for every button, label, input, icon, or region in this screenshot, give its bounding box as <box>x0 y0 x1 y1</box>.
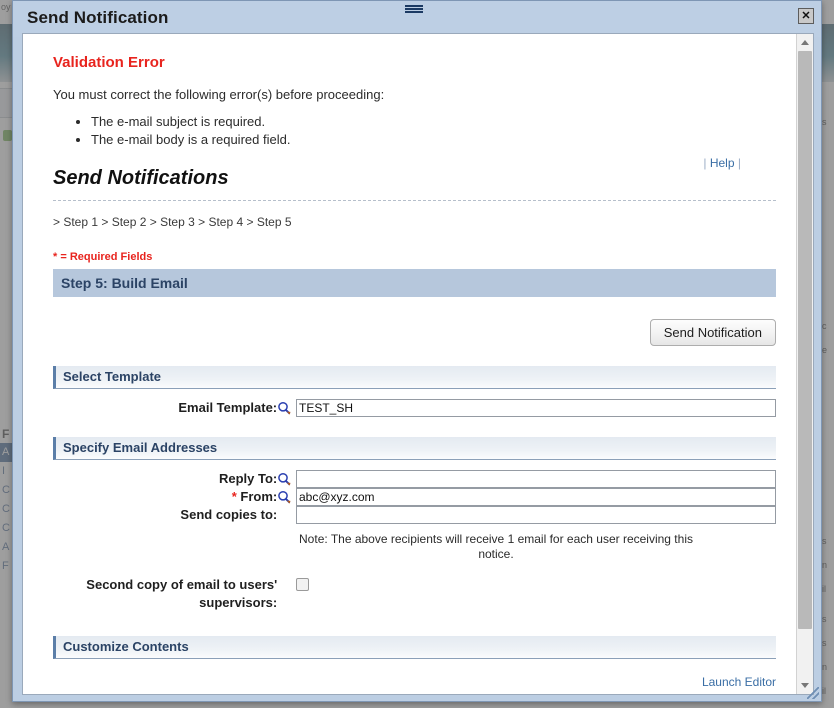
email-template-label: Email Template: <box>178 400 278 415</box>
send-copies-spacer <box>277 506 296 562</box>
search-icon[interactable] <box>277 472 291 486</box>
step-header: Step 5: Build Email <box>53 269 776 297</box>
from-label-text: From: <box>240 489 278 504</box>
help-sep-right: | <box>737 156 741 170</box>
validation-error-lead: You must correct the following error(s) … <box>53 87 385 102</box>
second-copy-row: Second copy of email to users' superviso… <box>53 562 776 612</box>
dialog-scroll-content: Validation Error You must correct the fo… <box>23 34 796 694</box>
second-copy-label-line1: Second copy of email to users' <box>86 577 278 592</box>
drag-handle-icon[interactable] <box>405 5 423 13</box>
required-asterisk: * <box>231 489 237 504</box>
from-lookup-cell <box>277 488 296 506</box>
section-header-select-template: Select Template <box>53 366 776 389</box>
help-link-wrap: | Help | <box>703 156 741 170</box>
required-fields-note: * = Required Fields <box>53 251 153 263</box>
reply-to-label: Reply To: <box>218 471 278 486</box>
scroll-up-icon[interactable] <box>797 34 813 51</box>
send-copies-field-cell: Note: The above recipients will receive … <box>296 506 776 562</box>
second-copy-checkbox[interactable] <box>296 578 309 591</box>
dialog-body: Validation Error You must correct the fo… <box>22 33 814 695</box>
send-notification-button[interactable]: Send Notification <box>649 319 776 346</box>
select-template-form: Email Template: <box>53 399 776 417</box>
reply-to-row: Reply To: <box>53 470 776 488</box>
help-link[interactable]: Help <box>710 156 735 170</box>
second-copy-label: Second copy of email to users' superviso… <box>53 562 277 612</box>
email-template-input[interactable] <box>296 399 776 417</box>
list-item: The e-mail subject is required. <box>91 114 776 129</box>
email-addresses-form: Reply To: * From: abc@xyz.com Send copie… <box>53 470 776 612</box>
dialog-title: Send Notification <box>27 8 169 27</box>
divider <box>53 200 776 201</box>
close-icon[interactable]: ✕ <box>798 8 814 24</box>
from-field-cell <box>296 488 776 506</box>
email-template-lookup-cell <box>277 399 296 417</box>
list-item: The e-mail body is a required field. <box>91 132 776 147</box>
validation-error-list: The e-mail subject is required. The e-ma… <box>53 114 776 147</box>
launch-editor-row: Launch Editor <box>53 659 776 691</box>
help-sep-left: | <box>703 156 707 170</box>
from-input[interactable] <box>296 488 776 506</box>
reply-to-lookup-cell <box>277 470 296 488</box>
launch-editor-link[interactable]: Launch Editor <box>702 675 776 689</box>
send-notification-row: Send Notification <box>53 297 776 346</box>
search-icon[interactable] <box>277 401 291 415</box>
page-title: Send Notifications <box>53 167 229 189</box>
reply-to-field-cell <box>296 470 776 488</box>
send-notification-dialog: Send Notification ✕ Validation Error You… <box>12 0 822 702</box>
second-copy-spacer <box>277 562 296 612</box>
from-row: * From: <box>53 488 776 506</box>
send-copies-row: Send copies to: Note: The above recipien… <box>53 506 776 562</box>
reply-to-input[interactable] <box>296 470 776 488</box>
vertical-scrollbar[interactable] <box>796 34 813 694</box>
second-copy-label-line2: supervisors: <box>199 595 278 610</box>
email-template-field-cell <box>296 399 776 417</box>
search-icon[interactable] <box>277 490 291 504</box>
resize-handle[interactable] <box>807 687 819 699</box>
email-template-row: Email Template: <box>53 399 776 417</box>
validation-error-title: Validation Error <box>53 54 165 71</box>
send-copies-input[interactable] <box>296 506 776 524</box>
scrollbar-thumb[interactable] <box>798 51 812 629</box>
recipients-note: Note: The above recipients will receive … <box>299 532 693 561</box>
section-header-specify-email-addresses: Specify Email Addresses <box>53 437 776 460</box>
send-copies-label: Send copies to: <box>180 507 278 522</box>
breadcrumb[interactable]: > Step 1 > Step 2 > Step 3 > Step 4 > St… <box>53 215 776 229</box>
from-label: * From: <box>53 488 278 506</box>
dialog-titlebar[interactable]: Send Notification ✕ <box>13 1 821 37</box>
second-copy-field-cell <box>296 562 776 612</box>
section-header-customize-contents: Customize Contents <box>53 636 776 659</box>
